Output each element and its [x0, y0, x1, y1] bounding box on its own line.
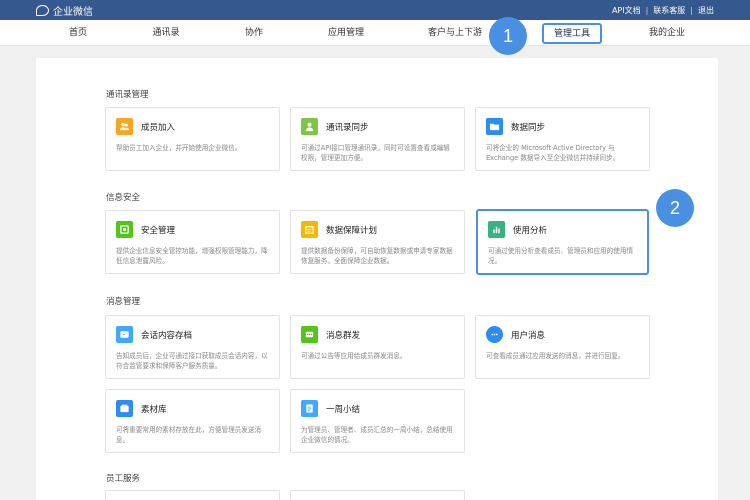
material-library-icon	[116, 400, 133, 417]
card-contacts-sync[interactable]: 通讯录同步 可通过API接口管理通讯录，同时可设置查看或编辑权限，管理更加方便。	[290, 107, 465, 171]
card-description: 告知成员后，企业可通过接口获取成员会话内容，以符合监管要求和保障客户服务质量。	[116, 352, 268, 370]
card-description: 可通过使用分析查看成员、管理员和应用的使用情况。	[488, 247, 634, 265]
card-description: 可通过API接口管理通讯录，同时可设置查看或编辑权限，管理更加方便。	[301, 144, 450, 162]
card-title: 数据同步	[511, 122, 546, 133]
weekly-summary-icon	[301, 400, 318, 417]
card-description: 可将企业的 Microsoft Active Directory 与 Excha…	[486, 144, 620, 162]
card-weekly-summary[interactable]: 一周小结 为管理员、管理者、成员汇总的一周小结，总结使用企业微信的情况。	[290, 389, 465, 453]
broadcast-icon	[301, 326, 318, 343]
card-description: 帮助员工加入企业，并开始使用企业微信。	[116, 144, 242, 152]
card-data-protection-plan[interactable]: 数据保障计划 提供数据备份保障，可自助恢复数据或申请专家数据恢复服务，全面保障企…	[290, 210, 465, 274]
contact-support-link[interactable]: 联系客服	[653, 5, 685, 16]
annotation-badge-2: 2	[656, 189, 694, 227]
wecom-logo-icon	[36, 4, 49, 16]
folder-icon	[486, 118, 503, 135]
card-chat-archive[interactable]: 会话内容存档 告知成员后，企业可通过接口获取成员会话内容，以符合监管要求和保障客…	[105, 315, 280, 379]
card-description: 可通过公告等应用给成员群发消息。	[301, 352, 407, 360]
card-description: 提供数据备份保障，可自助恢复数据或申请专家数据恢复服务，全面保障企业数据。	[301, 247, 453, 265]
chat-icon	[486, 326, 503, 343]
card-title: 通讯录同步	[326, 122, 369, 133]
card-description: 提供企业信息安全管控功能，增强权限管理能力，降低信息泄露风险。	[116, 247, 268, 265]
card-title: 会话内容存档	[141, 330, 193, 341]
card-member-join[interactable]: 成员加入 帮助员工加入企业，并开始使用企业微信。	[105, 107, 280, 171]
logo[interactable]: 企业微信	[36, 3, 93, 18]
card-title: 素材库	[141, 404, 167, 415]
separator: |	[645, 5, 649, 15]
logout-link[interactable]: 退出	[698, 5, 714, 16]
card-employee-service-2[interactable]	[290, 490, 465, 500]
card-title: 用户消息	[511, 330, 546, 341]
nav-contacts[interactable]: 通讯录	[152, 20, 179, 46]
nav-customers-partners[interactable]: 客户与上下游	[428, 20, 482, 46]
separator: |	[690, 5, 693, 15]
nav-app-management[interactable]: 应用管理	[328, 20, 364, 46]
section-title-contacts: 通讯录管理	[106, 90, 149, 100]
section-title-messages: 消息管理	[106, 297, 141, 307]
card-material-library[interactable]: 素材库 可将重要常用的素材存放在此，方便管理员发送消息。	[105, 389, 280, 453]
card-usage-analysis[interactable]: 使用分析 可通过使用分析查看成员、管理员和应用的使用情况。	[476, 209, 649, 275]
person-sync-icon	[301, 118, 318, 135]
section-title-security: 信息安全	[106, 193, 141, 203]
section-title-employee-services: 员工服务	[106, 474, 141, 484]
card-description: 可将重要常用的素材存放在此，方便管理员发送消息。	[116, 426, 262, 444]
security-icon	[116, 221, 133, 238]
card-title: 消息群发	[326, 330, 361, 341]
card-employee-service-1[interactable]	[105, 490, 280, 500]
card-mass-messaging[interactable]: 消息群发 可通过公告等应用给成员群发消息。	[290, 315, 465, 379]
annotation-badge-1: 1	[489, 17, 527, 55]
nav-my-enterprise[interactable]: 我的企业	[649, 20, 685, 46]
card-title: 使用分析	[513, 225, 548, 236]
archive-icon	[116, 326, 133, 343]
nav-collaboration[interactable]: 协作	[245, 20, 263, 46]
card-description: 为管理员、管理者、成员汇总的一周小结，总结使用企业微信的情况。	[301, 426, 453, 444]
api-docs-link[interactable]: API文档	[612, 5, 641, 16]
card-title: 成员加入	[141, 122, 176, 133]
card-description: 可查看成员通过应用发送的消息，并进行回复。	[486, 352, 625, 360]
card-user-messages[interactable]: 用户消息 可查看成员通过应用发送的消息，并进行回复。	[475, 315, 650, 379]
top-bar: 企业微信 API文档 | 联系客服 | 退出	[0, 0, 750, 20]
card-title: 安全管理	[141, 225, 176, 236]
nav-management-tools[interactable]: 管理工具	[541, 23, 603, 44]
logo-text: 企业微信	[53, 6, 93, 18]
card-title: 一周小结	[326, 404, 361, 415]
data-backup-icon	[301, 221, 318, 238]
card-security-management[interactable]: 安全管理 提供企业信息安全管控功能，增强权限管理能力，降低信息泄露风险。	[105, 210, 280, 274]
card-data-sync[interactable]: 数据同步 可将企业的 Microsoft Active Directory 与 …	[475, 107, 650, 171]
main-nav: 首页 通讯录 协作 应用管理 客户与上下游 管理工具 我的企业	[0, 20, 750, 46]
card-title: 数据保障计划	[326, 225, 378, 236]
users-icon	[116, 118, 133, 135]
top-links: API文档 | 联系客服 | 退出	[612, 5, 714, 16]
bar-chart-icon	[488, 221, 505, 238]
nav-home[interactable]: 首页	[69, 20, 87, 46]
